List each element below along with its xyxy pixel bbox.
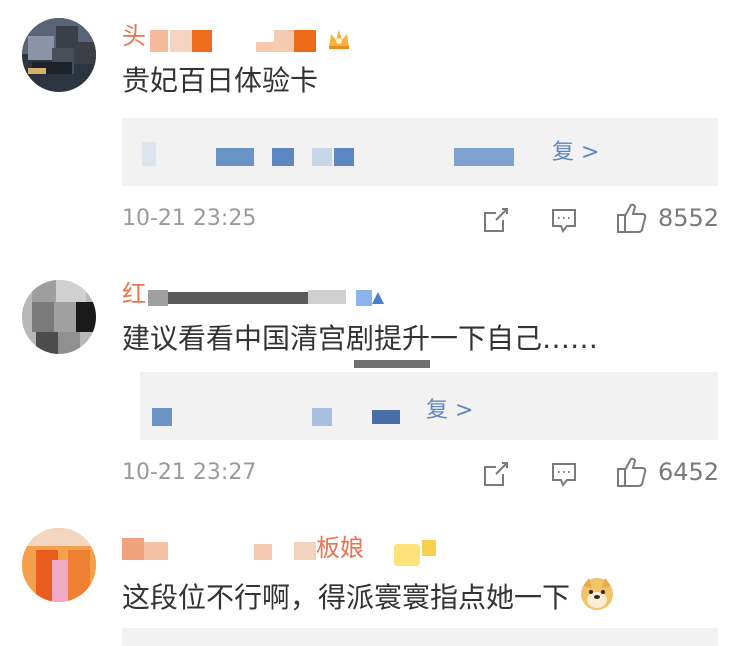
like-button[interactable]: 8552 bbox=[616, 201, 720, 235]
like-icon bbox=[617, 457, 647, 487]
username[interactable]: 板娘 bbox=[316, 532, 364, 564]
redacted-username bbox=[144, 542, 168, 560]
like-icon bbox=[617, 203, 647, 233]
timestamp: 10-21 23:27 bbox=[122, 460, 257, 485]
comment-text: 贵妃百日体验卡 bbox=[122, 64, 319, 97]
comment-item: 板娘 这段位不行啊，得派寰寰指点她一下 bbox=[0, 520, 744, 646]
redacted-reply bbox=[142, 142, 156, 166]
avatar[interactable] bbox=[22, 18, 96, 92]
redacted-username bbox=[192, 30, 212, 52]
vip-crown-icon bbox=[326, 26, 352, 52]
share-icon[interactable] bbox=[482, 206, 510, 234]
reply-preview[interactable]: 复 > bbox=[122, 372, 718, 440]
username[interactable]: 红 bbox=[122, 278, 146, 310]
comment-icon[interactable] bbox=[550, 460, 578, 488]
reply-view-more-link[interactable]: 复 > bbox=[426, 396, 473, 426]
redacted-reply bbox=[272, 148, 294, 166]
redacted-username bbox=[150, 30, 168, 52]
redacted-reply bbox=[312, 408, 332, 426]
username[interactable]: 头 bbox=[122, 20, 146, 52]
redacted-username bbox=[308, 290, 346, 304]
timestamp: 10-21 23:25 bbox=[122, 206, 257, 231]
reply-view-more-link[interactable]: 复 > bbox=[552, 138, 599, 168]
comment-text: 这段位不行啊，得派寰寰指点她一下 bbox=[122, 576, 615, 622]
redacted-username bbox=[170, 30, 192, 52]
comment-item: 红 建议看看中国清宫剧提升一下自己…… 复 > 10-21 23:27 6452 bbox=[0, 268, 744, 498]
redacted-reply bbox=[122, 372, 140, 440]
redacted-username bbox=[256, 42, 274, 52]
redacted-reply bbox=[334, 148, 354, 166]
redacted-reply bbox=[372, 410, 400, 424]
reply-preview[interactable] bbox=[122, 628, 718, 646]
redacted-reply bbox=[216, 148, 254, 166]
share-icon[interactable] bbox=[482, 460, 510, 488]
comment-icon[interactable] bbox=[550, 206, 578, 234]
vip-badge-icon bbox=[394, 538, 436, 566]
redacted-username bbox=[254, 544, 272, 560]
like-count: 6452 bbox=[658, 458, 720, 486]
redacted-reply bbox=[152, 408, 172, 426]
redacted-username bbox=[122, 538, 144, 560]
reply-preview[interactable]: 复 > bbox=[122, 118, 718, 186]
avatar[interactable] bbox=[22, 280, 96, 354]
redacted-username bbox=[294, 30, 316, 52]
vip-badge-icon bbox=[356, 284, 384, 310]
redacted-text bbox=[354, 360, 430, 368]
redacted-username bbox=[148, 290, 168, 306]
redacted-reply bbox=[454, 148, 514, 166]
comment-item: 头 贵妃百日体验卡 复 > 10-21 23:25 8552 bbox=[0, 0, 744, 250]
avatar[interactable] bbox=[22, 528, 96, 602]
doge-emoji-icon bbox=[579, 576, 615, 622]
like-button[interactable]: 6452 bbox=[616, 455, 720, 489]
redacted-reply bbox=[312, 148, 332, 166]
redacted-username bbox=[294, 542, 316, 560]
redacted-username bbox=[274, 30, 294, 52]
comment-text: 建议看看中国清宫剧提升一下自己…… bbox=[122, 322, 599, 355]
comment-text-body: 这段位不行啊，得派寰寰指点她一下 bbox=[122, 581, 571, 614]
like-count: 8552 bbox=[658, 204, 720, 232]
redacted-username bbox=[168, 292, 308, 304]
